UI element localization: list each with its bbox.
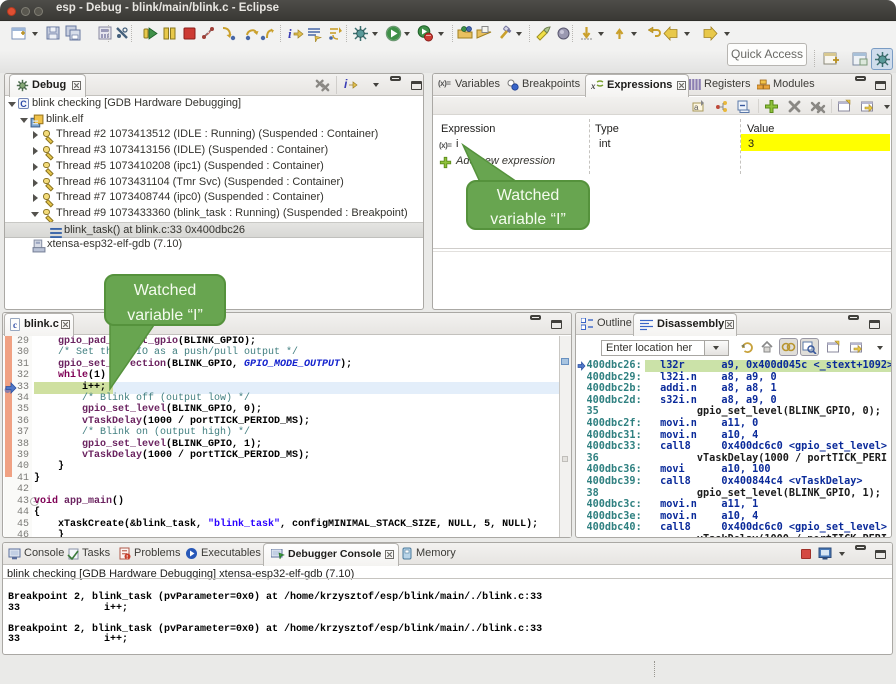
svg-text:x: x bbox=[591, 81, 596, 91]
svg-text:a: a bbox=[694, 103, 699, 112]
svg-text:!: ! bbox=[126, 555, 128, 560]
svg-text:i: i bbox=[288, 26, 292, 41]
